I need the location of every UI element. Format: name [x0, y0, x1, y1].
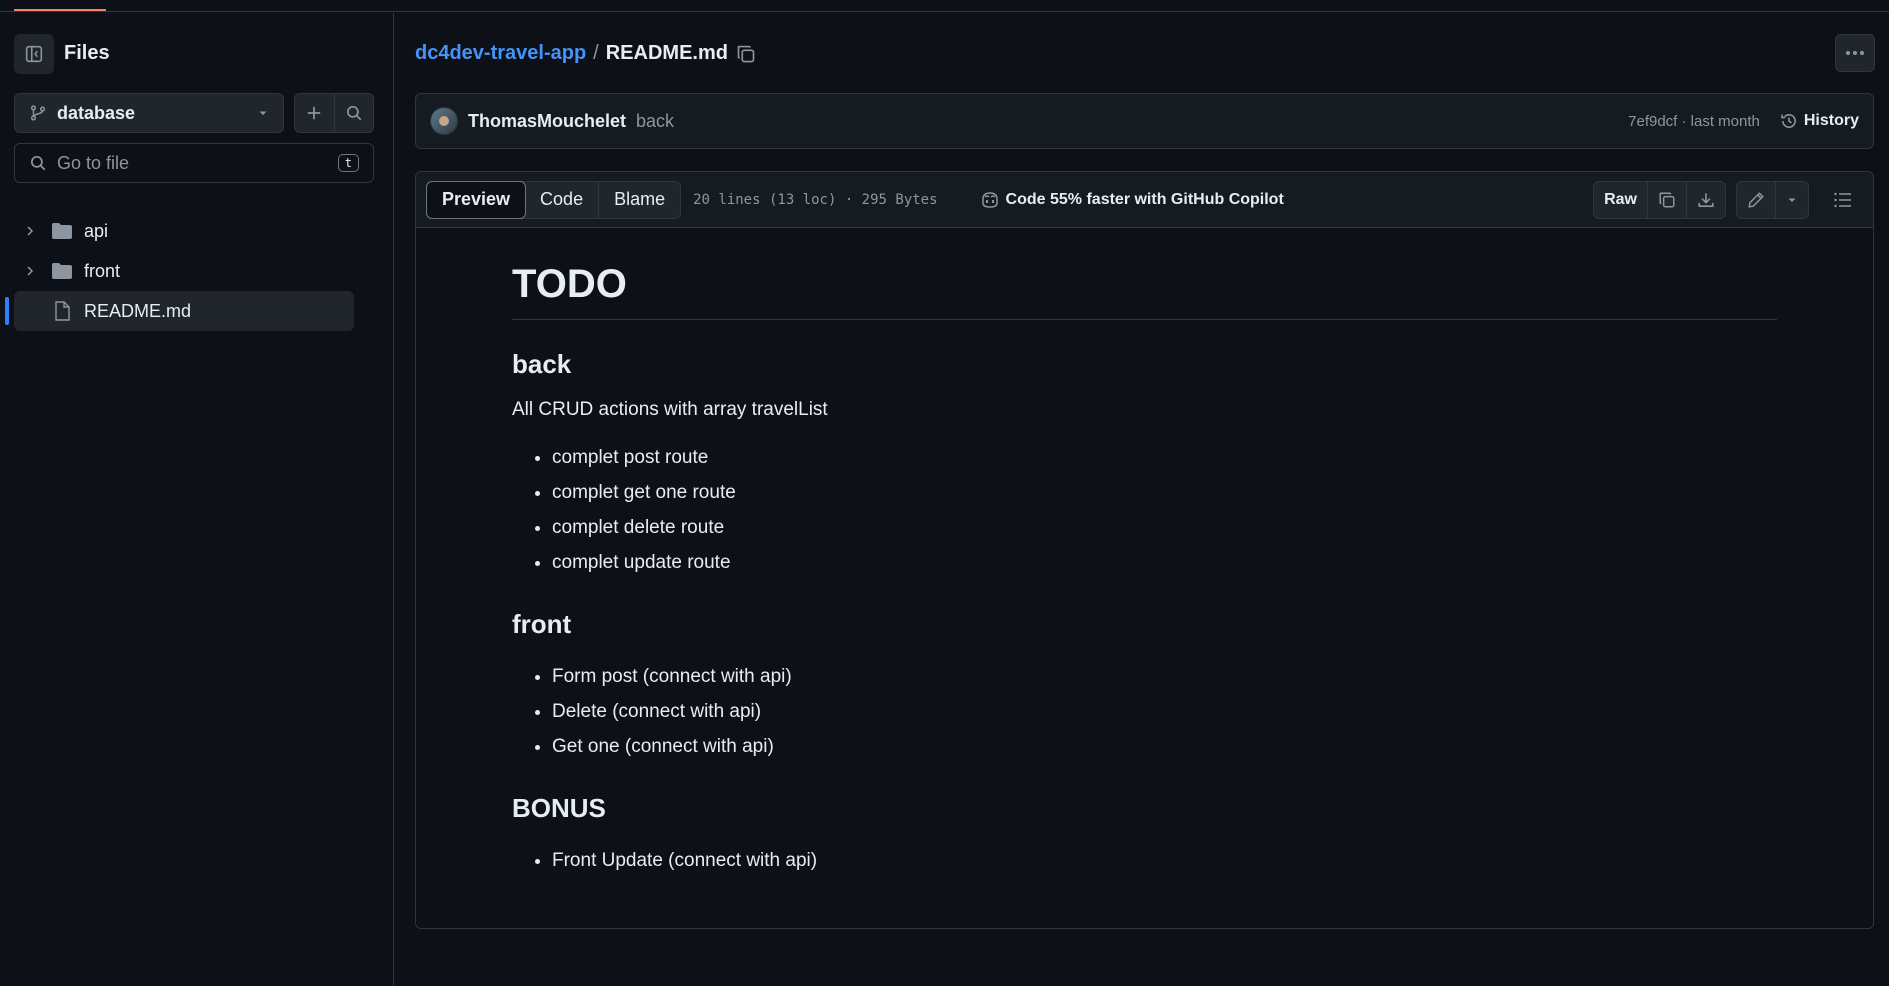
section-heading-bonus: BONUS [512, 793, 606, 824]
front-task-list: Form post (connect with api) Delete (con… [512, 659, 1777, 764]
breadcrumb-file-name: README.md [605, 42, 728, 64]
commit-author[interactable]: ThomasMouchelet [468, 111, 626, 132]
go-to-file-field[interactable]: t [14, 143, 374, 183]
tree-item-label: README.md [84, 300, 192, 321]
edit-button[interactable] [1737, 182, 1775, 218]
avatar[interactable] [430, 107, 458, 135]
shortcut-key: t [337, 154, 359, 172]
copy-icon [737, 45, 755, 62]
history-label: History [1803, 112, 1859, 129]
caret-down-icon [259, 111, 267, 115]
bonus-task-list: Front Update (connect with api) [512, 843, 1777, 878]
raw-button[interactable]: Raw [1594, 182, 1647, 218]
list-item: complet delete route [552, 510, 1777, 545]
list-item: complet get one route [552, 475, 1777, 510]
sidebar-action-group [294, 93, 374, 133]
copilot-promo-text: Code 55% faster with GitHub Copilot [1005, 190, 1284, 208]
tree-item-label: api [84, 220, 109, 241]
collapse-sidebar-button[interactable] [14, 34, 54, 74]
tab-preview[interactable]: Preview [426, 180, 527, 219]
git-branch-icon [30, 105, 46, 121]
chevron-right-icon[interactable] [24, 225, 36, 237]
list-item: Delete (connect with api) [552, 694, 1777, 729]
breadcrumb-repo-link[interactable]: dc4dev-travel-app [415, 42, 586, 65]
list-item: complet post route [552, 440, 1777, 475]
more-options-button[interactable] [1835, 34, 1875, 72]
latest-commit-bar: ThomasMouchelet back 7ef9dcf · last mont… [415, 93, 1874, 149]
tree-item-api[interactable]: api [14, 211, 354, 251]
file-tree: api front README.md [5, 211, 354, 331]
search-code-button[interactable] [333, 94, 374, 132]
tab-code[interactable]: Code [525, 181, 600, 218]
pencil-icon [1748, 191, 1764, 208]
section-heading-front: front [512, 609, 572, 640]
edit-options-button[interactable] [1775, 181, 1808, 218]
folder-icon [52, 263, 72, 279]
tree-item-front[interactable]: front [14, 251, 354, 291]
section-heading-back: back [512, 349, 572, 379]
breadcrumb-separator: / [593, 42, 599, 64]
go-to-file-input[interactable] [57, 152, 338, 174]
progress-accent [14, 9, 106, 11]
caret-down-icon [1788, 198, 1796, 202]
kebab-horizontal-icon [1846, 51, 1864, 55]
list-unordered-icon [1834, 192, 1851, 207]
commit-meta[interactable]: 7ef9dcf · last month [1628, 113, 1760, 130]
plus-icon [308, 106, 321, 120]
chevron-right-icon[interactable] [24, 265, 36, 277]
file-toolbar: Preview Code Blame 20 lines (13 loc) · 2… [416, 172, 1873, 228]
download-icon [1698, 192, 1714, 207]
copy-raw-button[interactable] [1647, 181, 1686, 218]
file-viewer: Preview Code Blame 20 lines (13 loc) · 2… [415, 171, 1874, 929]
top-progress-line [0, 0, 1889, 12]
add-file-button[interactable] [295, 94, 334, 132]
file-icon [55, 301, 70, 321]
edit-group [1736, 180, 1809, 219]
list-item: Form post (connect with api) [552, 659, 1777, 694]
branch-name: database [57, 102, 136, 123]
back-task-list: complet post route complet get one route… [512, 440, 1777, 580]
list-item: Front Update (connect with api) [552, 843, 1777, 878]
search-icon [346, 105, 362, 121]
commit-message[interactable]: back [636, 111, 674, 132]
copilot-icon [981, 191, 998, 208]
breadcrumb: dc4dev-travel-app / README.md [415, 42, 756, 65]
folder-icon [52, 223, 72, 239]
search-icon [30, 155, 46, 171]
file-info: 20 lines (13 loc) · 295 Bytes [693, 191, 938, 208]
download-button[interactable] [1686, 181, 1725, 218]
copy-icon [1659, 192, 1675, 207]
branch-selector[interactable]: database [14, 93, 284, 133]
view-mode-tabs: Preview Code Blame [426, 180, 682, 219]
back-intro: All CRUD actions with array travelList [512, 398, 828, 420]
readme-content: TODO back All CRUD actions with array tr… [512, 260, 1777, 878]
list-item: Get one (connect with api) [552, 729, 1777, 764]
file-tree-sidebar: Files database t api front RE [0, 13, 394, 986]
tab-blame[interactable]: Blame [599, 182, 680, 218]
readme-title: TODO [512, 260, 1777, 320]
tree-item-label: front [84, 260, 121, 281]
raw-copy-download-group: Raw [1593, 180, 1726, 219]
sidebar-collapse-icon [25, 45, 43, 63]
sidebar-title: Files [64, 42, 110, 64]
file-actions: Raw [1593, 180, 1863, 219]
copilot-promo-link[interactable]: Code 55% faster with GitHub Copilot [980, 191, 1284, 209]
outline-button[interactable] [1823, 181, 1863, 219]
tree-item-readme[interactable]: README.md [5, 291, 354, 331]
copy-path-button[interactable] [736, 44, 756, 64]
history-button[interactable]: History [1780, 112, 1859, 130]
list-item: complet update route [552, 545, 1777, 580]
history-icon [1781, 114, 1796, 128]
